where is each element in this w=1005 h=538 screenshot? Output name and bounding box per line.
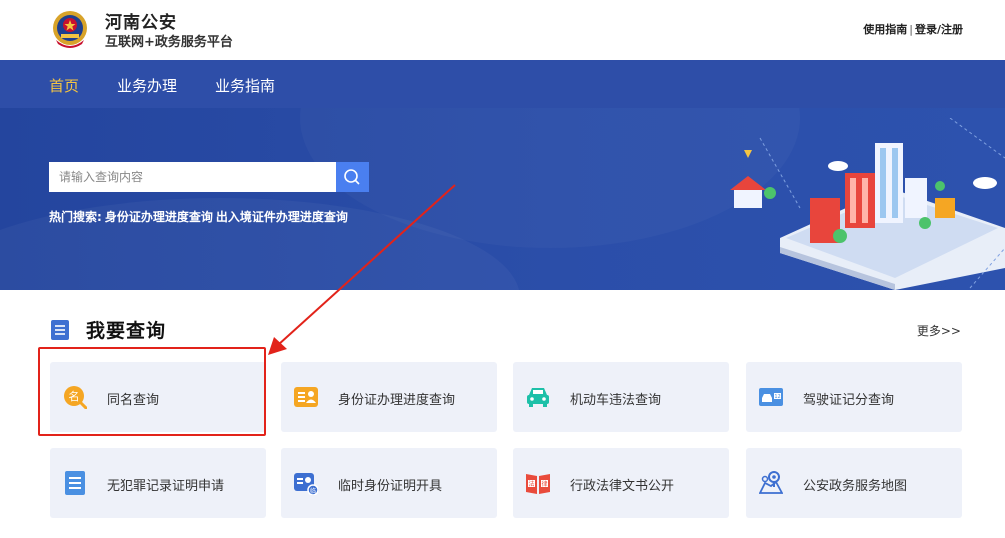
car-icon — [527, 388, 549, 407]
svg-text:法: 法 — [528, 480, 534, 488]
login-register-link[interactable]: 登录/注册 — [915, 21, 963, 37]
svg-text:12: 12 — [774, 394, 780, 400]
list-icon — [51, 320, 69, 340]
site-title: 河南公安 — [105, 13, 177, 33]
more-link[interactable]: 更多>> — [917, 322, 961, 339]
card-label: 身份证办理进度查询 — [338, 393, 456, 408]
card-temporary-id[interactable]: 临 临时身份证明开具 — [281, 448, 497, 518]
hot-search-item[interactable]: 出入境证件办理进度查询 — [216, 210, 348, 224]
id-card-icon — [294, 387, 318, 407]
search-icon — [344, 169, 360, 185]
map-icon — [759, 471, 783, 494]
hot-search-label: 热门搜索: — [49, 210, 102, 224]
nav-guide[interactable]: 业务指南 — [215, 75, 275, 96]
svg-text:律: 律 — [541, 480, 547, 488]
law-book-icon: 法 律 — [526, 474, 550, 494]
document-icon — [65, 471, 85, 495]
link-separator: | — [909, 23, 913, 36]
card-license-points-query[interactable]: 12 驾驶证记分查询 — [746, 362, 962, 432]
search-button[interactable] — [336, 162, 369, 192]
card-label: 同名查询 — [107, 393, 160, 408]
card-label: 无犯罪记录证明申请 — [107, 479, 225, 494]
hot-search-item[interactable]: 身份证办理进度查询 — [105, 210, 213, 224]
card-id-progress-query[interactable]: 身份证办理进度查询 — [281, 362, 497, 432]
top-links: 使用指南 | 登录/注册 — [863, 21, 963, 37]
card-label: 行政法律文书公开 — [570, 479, 675, 494]
banner: 热门搜索:身份证办理进度查询出入境证件办理进度查询 — [0, 108, 1005, 290]
guide-link[interactable]: 使用指南 — [863, 21, 907, 37]
nav-business[interactable]: 业务办理 — [117, 75, 177, 96]
city-phone-illustration — [730, 118, 1005, 290]
site-subtitle: 互联网+政务服务平台 — [105, 35, 233, 50]
name-search-icon: 名 — [64, 386, 87, 409]
police-emblem-icon — [53, 11, 87, 48]
license-icon: 12 — [759, 388, 783, 406]
card-label: 公安政务服务地图 — [803, 479, 908, 494]
card-label: 驾驶证记分查询 — [803, 393, 895, 408]
card-legal-documents[interactable]: 法 律 行政法律文书公开 — [513, 448, 729, 518]
nav-home[interactable]: 首页 — [49, 75, 79, 96]
header: 河南公安 互联网+政务服务平台 使用指南 | 登录/注册 — [0, 0, 1005, 60]
search-input[interactable] — [49, 162, 336, 192]
card-vehicle-violation-query[interactable]: 机动车违法查询 — [513, 362, 729, 432]
hot-search: 热门搜索: 身份证办理进度查询 出入境证件办理进度查询 — [49, 208, 351, 225]
card-label: 临时身份证明开具 — [338, 479, 443, 494]
section-title: 我要查询 — [86, 320, 167, 342]
card-service-map[interactable]: 公安政务服务地图 — [746, 448, 962, 518]
svg-text:名: 名 — [69, 389, 80, 403]
card-same-name-query[interactable]: 名 同名查询 — [50, 362, 266, 432]
svg-text:临: 临 — [310, 487, 316, 495]
temp-id-icon: 临 — [294, 473, 318, 495]
card-no-criminal-record[interactable]: 无犯罪记录证明申请 — [50, 448, 266, 518]
card-label: 机动车违法查询 — [570, 393, 662, 408]
main-nav: 首页 业务办理 业务指南 — [0, 60, 1005, 108]
